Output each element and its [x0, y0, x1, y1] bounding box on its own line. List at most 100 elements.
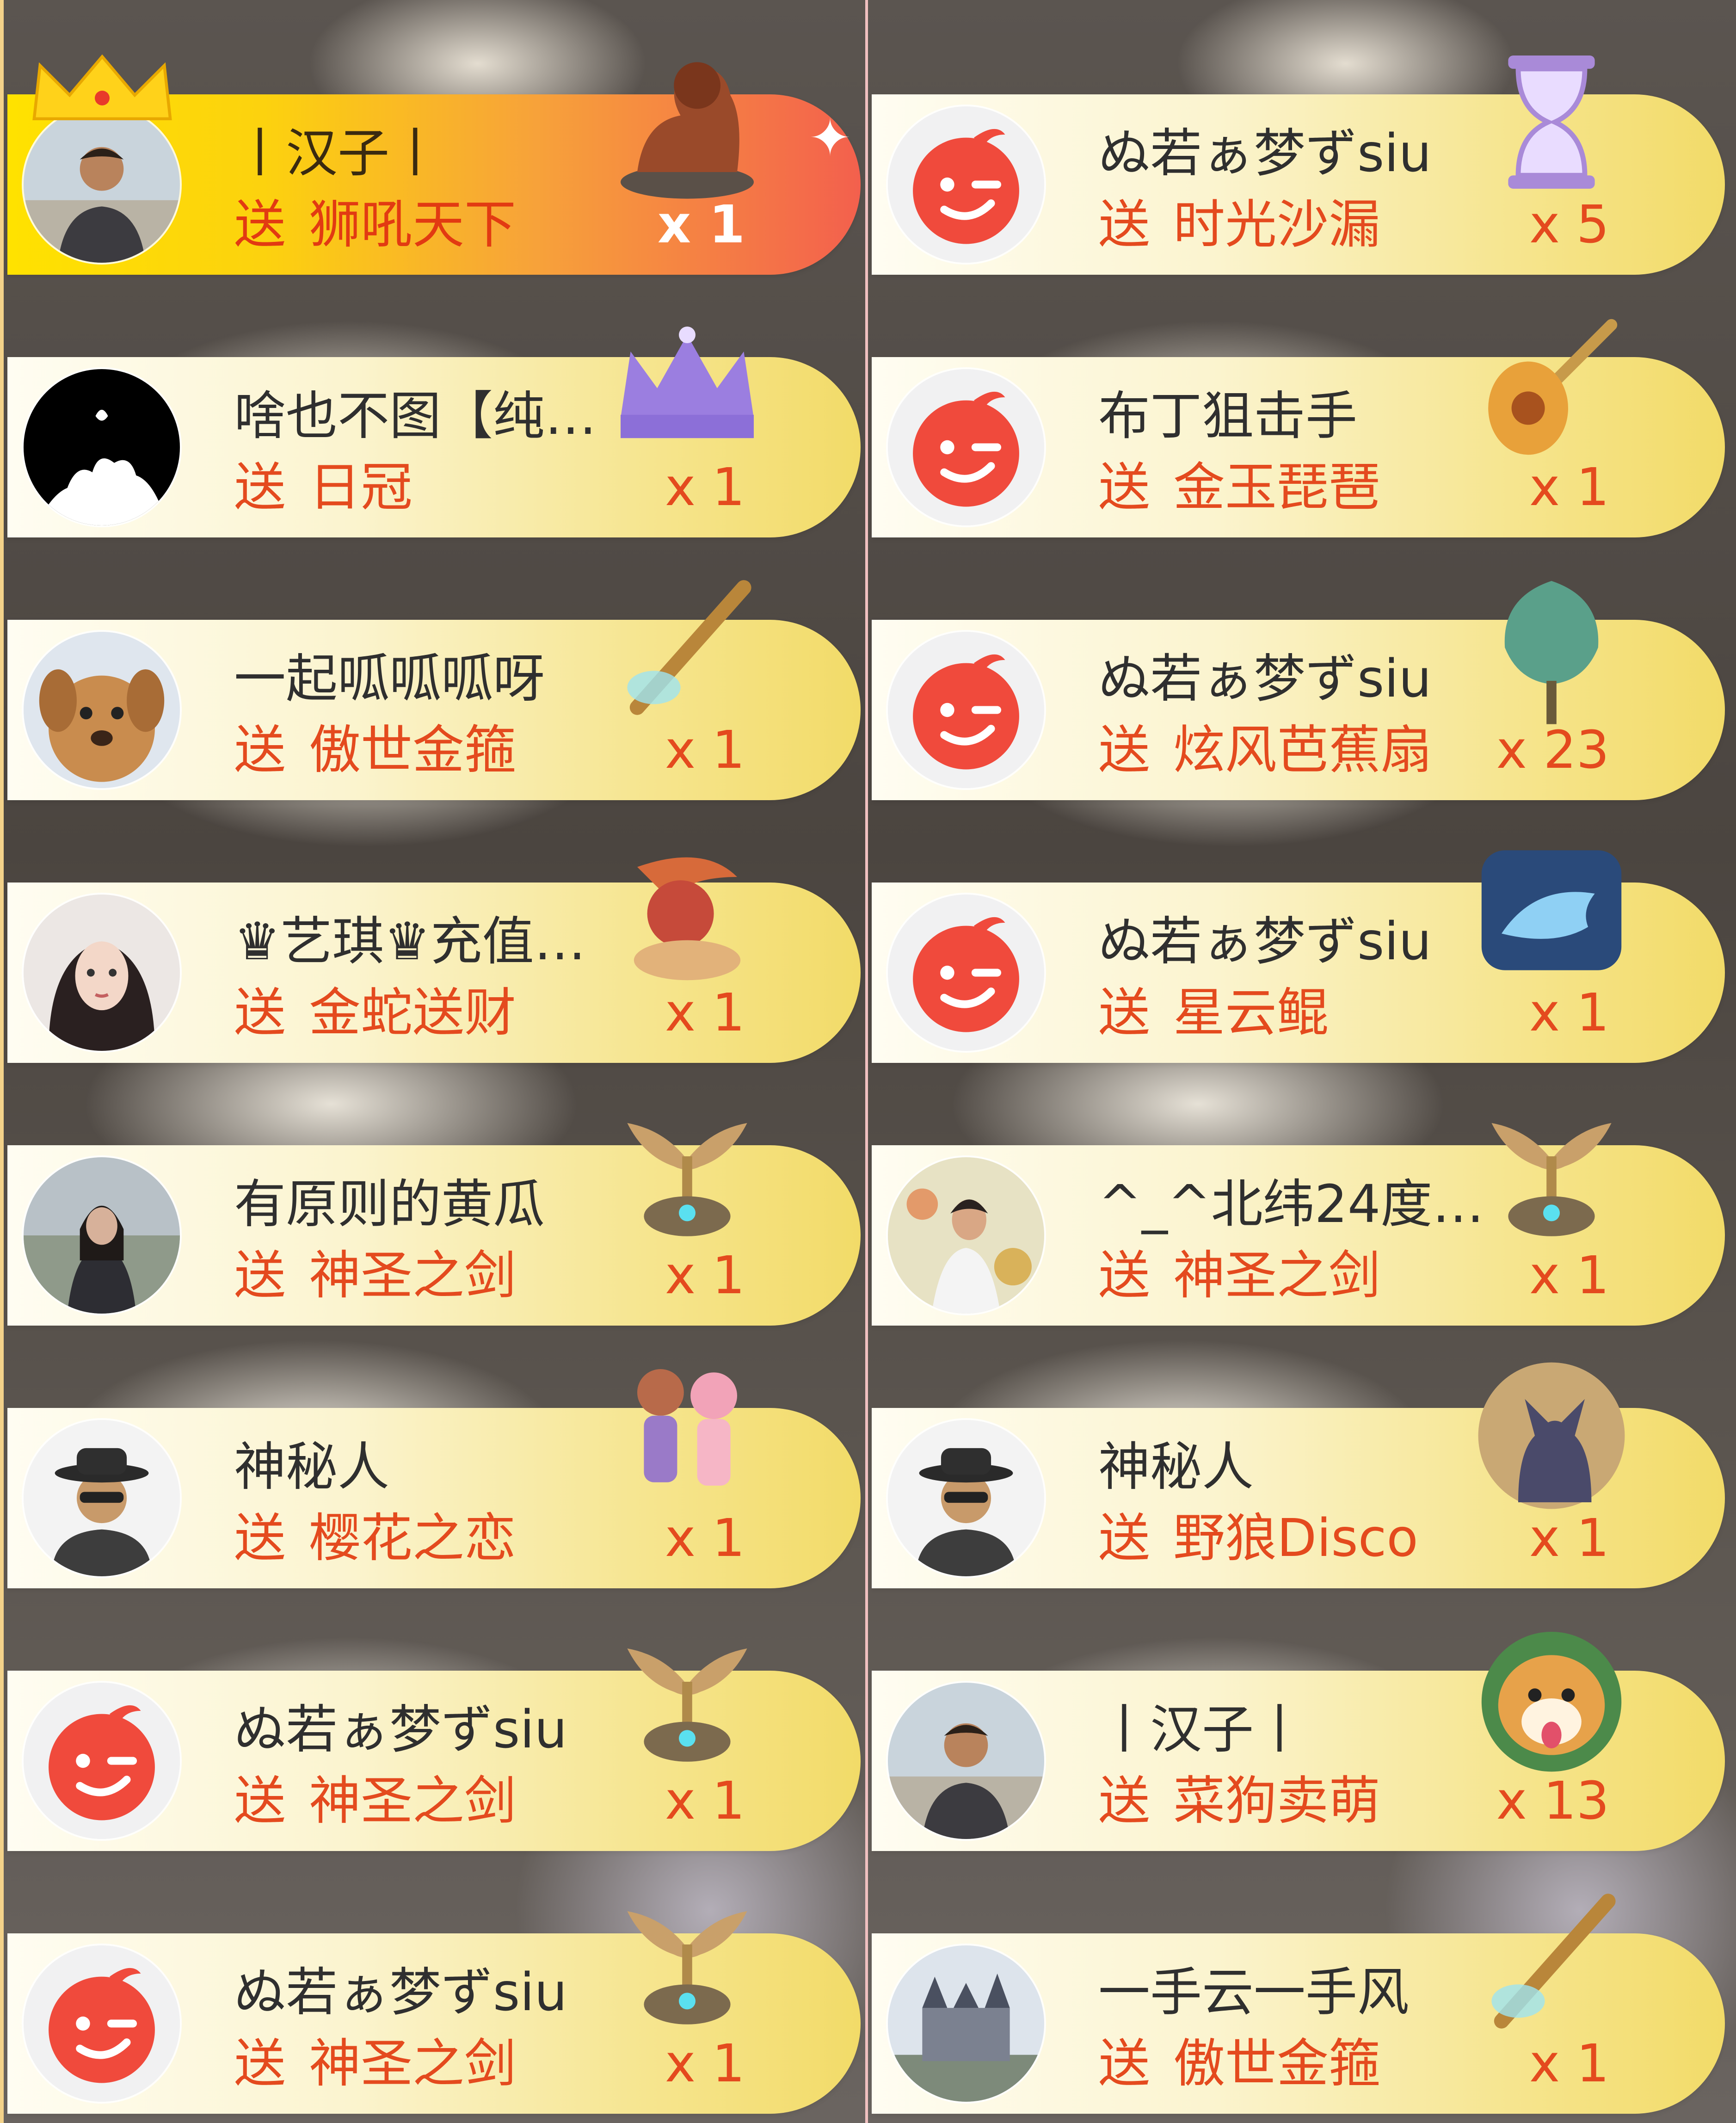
- gift-text: 送狮吼天下: [234, 192, 516, 257]
- gift-count: x 1: [1529, 457, 1609, 518]
- red-wink-avatar[interactable]: [888, 369, 1044, 525]
- gift-text: 送樱花之恋: [234, 1506, 516, 1571]
- username[interactable]: ♛艺琪♛充值…: [234, 909, 632, 974]
- gift-name: 炫风芭蕉扇: [1173, 720, 1432, 780]
- gift-text: 送神圣之剑: [1098, 1243, 1380, 1308]
- send-label: 送: [1098, 1508, 1150, 1568]
- silhouette-avatar[interactable]: [24, 369, 180, 525]
- send-label: 送: [1098, 983, 1150, 1043]
- gift-text: 送金玉琵琶: [1098, 455, 1380, 520]
- golden-snake-gift-icon: [604, 827, 770, 994]
- send-label: 送: [1098, 195, 1150, 255]
- man-photo-avatar[interactable]: [888, 1683, 1044, 1839]
- send-label: 送: [234, 2034, 286, 2094]
- wolf-gift-icon: [1468, 1352, 1635, 1519]
- gift-name: 樱花之恋: [309, 1508, 516, 1568]
- username[interactable]: 丨汉子丨: [1098, 1697, 1496, 1762]
- gift-count: x 1: [665, 457, 745, 518]
- username[interactable]: 啥也不图【纯…: [234, 384, 632, 449]
- castle-avatar[interactable]: [888, 1945, 1044, 2102]
- gift-text: 送时光沙漏: [1098, 192, 1380, 257]
- username[interactable]: ぬ若ぁ梦ずsiu: [1098, 121, 1496, 186]
- gift-message-card[interactable]: ♛艺琪♛充值… 送金蛇送财 x 1: [7, 857, 861, 1063]
- send-label: 送: [234, 1771, 286, 1831]
- gift-count: x 1: [1529, 1508, 1609, 1568]
- red-wink-avatar[interactable]: [888, 106, 1044, 263]
- username[interactable]: 丨汉子丨: [234, 121, 632, 186]
- gift-text: 送神圣之剑: [234, 1769, 516, 1833]
- gift-feed-right-column: ぬ若ぁ梦ずsiu 送时光沙漏 x 5 布丁狙击手送金玉琵琶 x 1 ぬ若ぁ梦ずsiu 送炫风…: [868, 0, 1736, 2123]
- username[interactable]: ぬ若ぁ梦ずsiu: [234, 1960, 632, 2025]
- gift-name: 傲世金箍: [1173, 2034, 1380, 2094]
- gift-text: 送神圣之剑: [234, 1243, 516, 1308]
- red-wink-avatar[interactable]: [24, 1683, 180, 1839]
- gift-count: x 1: [665, 1771, 745, 1831]
- gift-name: 星云鲲: [1173, 983, 1329, 1043]
- gift-message-card[interactable]: ぬ若ぁ梦ずsiu 送星云鲲 x 1: [872, 850, 1725, 1063]
- gift-message-card[interactable]: 有原则的黄瓜送神圣之剑 x 1: [7, 1123, 861, 1326]
- red-wink-avatar[interactable]: [888, 895, 1044, 1051]
- username[interactable]: 一手云一手风: [1098, 1960, 1496, 2025]
- username[interactable]: ぬ若ぁ梦ずsiu: [1098, 909, 1496, 974]
- send-label: 送: [1098, 457, 1150, 518]
- username[interactable]: 布丁狙击手: [1098, 384, 1496, 449]
- dog-avatar[interactable]: [24, 632, 180, 788]
- username[interactable]: 一起呱呱呱呀: [234, 647, 632, 711]
- gift-message-card[interactable]: 丨汉子丨送菜狗卖萌 x 13: [872, 1632, 1725, 1851]
- gift-count: x 1: [665, 1246, 745, 1306]
- gift-text: 送傲世金箍: [234, 718, 516, 783]
- gift-message-card[interactable]: ぬ若ぁ梦ずsiu 送炫风芭蕉扇 x 23: [872, 581, 1725, 800]
- username[interactable]: ぬ若ぁ梦ずsiu: [234, 1697, 632, 1762]
- gift-name: 狮吼天下: [309, 195, 516, 255]
- banana-fan-gift-icon: [1468, 564, 1635, 731]
- gift-message-card[interactable]: 啥也不图【纯… 送日冠 x 1: [7, 327, 861, 537]
- red-wink-avatar[interactable]: [888, 632, 1044, 788]
- gift-count: x 1: [1529, 1246, 1609, 1306]
- gift-text: 送菜狗卖萌: [1098, 1769, 1380, 1833]
- gift-count: x 1: [1529, 983, 1609, 1043]
- gift-message-card[interactable]: 神秘人送野狼Disco x 1: [872, 1362, 1725, 1588]
- gift-message-card[interactable]: ぬ若ぁ梦ずsiu 送时光沙漏 x 5: [872, 56, 1725, 275]
- sakura-couple-gift-icon: [604, 1352, 770, 1519]
- crown-gift-icon: [604, 302, 770, 468]
- golden-staff-gift-icon: [604, 564, 770, 731]
- woman-portrait-avatar[interactable]: [24, 895, 180, 1051]
- mystery-man-avatar[interactable]: [24, 1420, 180, 1576]
- gift-message-card[interactable]: 神秘人送樱花之恋 x 1: [7, 1369, 861, 1588]
- man-photo-avatar[interactable]: [24, 106, 180, 263]
- gift-message-card[interactable]: 一起呱呱呱呀送傲世金箍 x 1: [7, 580, 861, 800]
- gift-message-card[interactable]: ✦ 丨汉子丨送狮吼天下 x 1: [7, 54, 861, 275]
- gift-count: x 5: [1529, 195, 1609, 255]
- gift-message-card[interactable]: ぬ若ぁ梦ずsiu 送神圣之剑 x 1: [7, 1648, 861, 1851]
- gift-message-card[interactable]: ^_^北纬24度… 送神圣之剑 x 1: [872, 1123, 1725, 1326]
- username[interactable]: 神秘人: [234, 1435, 632, 1500]
- gift-text: 送星云鲲: [1098, 981, 1329, 1045]
- gift-message-card[interactable]: 布丁狙击手送金玉琵琶 x 1: [872, 319, 1725, 537]
- gift-name: 日冠: [309, 457, 412, 518]
- woman-photo-avatar[interactable]: [24, 1157, 180, 1314]
- holy-sword-gift-icon: [1468, 1090, 1635, 1256]
- lion-statue-gift-icon: [604, 39, 770, 205]
- username[interactable]: ぬ若ぁ梦ずsiu: [1098, 647, 1496, 711]
- mystery-man-avatar[interactable]: [888, 1420, 1044, 1576]
- gift-text: 送炫风芭蕉扇: [1098, 718, 1432, 783]
- holy-sword-gift-icon: [604, 1615, 770, 1782]
- send-label: 送: [1098, 1771, 1150, 1831]
- send-label: 送: [234, 720, 286, 780]
- username[interactable]: 有原则的黄瓜: [234, 1172, 632, 1237]
- gift-message-card[interactable]: 一手云一手风送傲世金箍 x 1: [872, 1894, 1725, 2114]
- gift-count: x 1: [657, 195, 745, 255]
- gift-count: x 1: [665, 1508, 745, 1568]
- send-label: 送: [234, 1246, 286, 1306]
- username[interactable]: 神秘人: [1098, 1435, 1496, 1500]
- username[interactable]: ^_^北纬24度…: [1098, 1172, 1496, 1237]
- gift-name: 金玉琵琶: [1173, 457, 1380, 518]
- holy-sword-gift-icon: [604, 1090, 770, 1256]
- gift-count: x 1: [665, 983, 745, 1043]
- pipa-gift-icon: [1468, 302, 1635, 468]
- gift-message-card[interactable]: ぬ若ぁ梦ずsiu 送神圣之剑 x 1: [7, 1911, 861, 2114]
- woman-flowers-avatar[interactable]: [888, 1157, 1044, 1314]
- gift-text: 送神圣之剑: [234, 2031, 516, 2096]
- red-wink-avatar[interactable]: [24, 1945, 180, 2102]
- gift-name: 神圣之剑: [1173, 1246, 1380, 1306]
